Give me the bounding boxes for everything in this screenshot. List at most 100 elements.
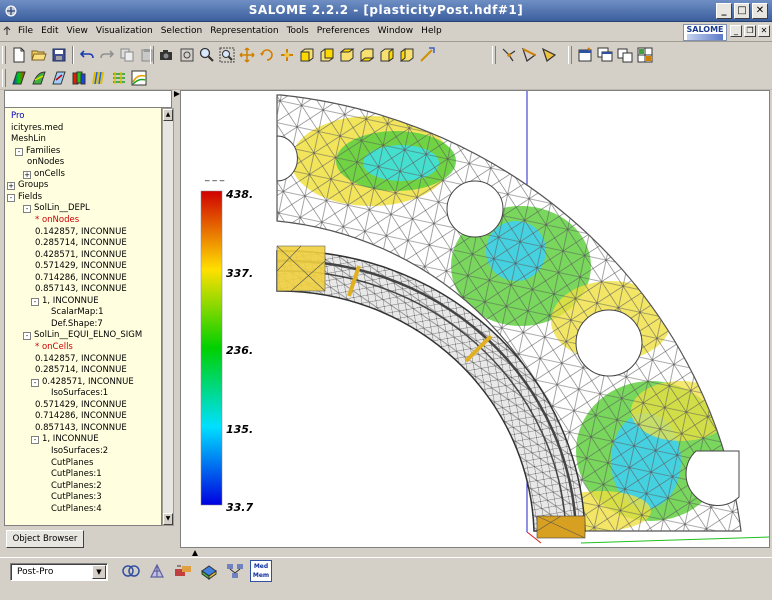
save-icon[interactable] [49, 45, 69, 65]
deformed-shape-icon[interactable] [29, 68, 49, 88]
module-combo[interactable]: Post-Pro ▼ [10, 563, 108, 581]
tree-item[interactable]: 0.571429, INCONNUE [35, 400, 127, 411]
vtk-3d-viewer[interactable]: _ _ _ 438. 337. 236. 135. 33.7 [180, 90, 770, 548]
menu-file[interactable]: File [18, 25, 33, 37]
tree-expander-icon[interactable]: - [31, 378, 39, 387]
select-cell-icon[interactable] [539, 45, 559, 65]
tree-item[interactable]: 1, INCONNUE [42, 296, 99, 307]
tree-expander-icon[interactable]: - [15, 147, 23, 156]
tree-item[interactable]: CutPlanes [51, 458, 93, 469]
top-view-icon[interactable] [337, 45, 357, 65]
menu-visualization[interactable]: Visualization [96, 25, 153, 37]
stream-lines-icon[interactable] [129, 68, 149, 88]
tree-expander-icon[interactable]: - [7, 193, 15, 202]
tree-item[interactable]: IsoSurfaces:2 [51, 446, 108, 457]
tree-item[interactable]: SolLin__EQUI_ELNO_SIGM [34, 330, 142, 341]
rotate-icon[interactable] [257, 45, 277, 65]
tree-item[interactable]: onNodes [27, 157, 64, 168]
mdi-minimize-button[interactable]: _ [730, 25, 742, 37]
tree-item[interactable]: CutPlanes:1 [51, 469, 102, 480]
new-icon[interactable] [9, 45, 29, 65]
tree-expander-icon[interactable]: + [7, 182, 15, 191]
chevron-down-icon[interactable]: ▼ [92, 565, 106, 579]
menu-representation[interactable]: Representation [210, 25, 278, 37]
reset-icon[interactable] [417, 45, 437, 65]
menu-view[interactable]: View [67, 25, 88, 37]
tree-item[interactable]: CutPlanes:3 [51, 492, 102, 503]
tree-item[interactable]: IsoSurfaces:1 [51, 388, 108, 399]
mdi-close-button[interactable]: ✕ [758, 25, 770, 37]
tree-expander-icon[interactable]: - [31, 297, 39, 306]
cut-lines-icon[interactable] [109, 68, 129, 88]
tree-item[interactable]: 1, INCONNUE [42, 434, 99, 445]
post-pro-icon[interactable] [198, 560, 220, 582]
minimize-button[interactable]: _ [716, 3, 732, 19]
menu-help[interactable]: Help [421, 25, 442, 37]
geometry-icon[interactable] [120, 560, 142, 582]
cut-planes-icon[interactable] [89, 68, 109, 88]
scroll-down-icon[interactable]: ▼ [163, 513, 173, 525]
bottom-view-icon[interactable] [357, 45, 377, 65]
tree-item[interactable]: 0.142857, INCONNUE [35, 354, 127, 365]
scroll-up-icon[interactable]: ▲ [163, 109, 173, 121]
tree-item[interactable]: CutPlanes:4 [51, 504, 102, 515]
front-view-icon[interactable] [297, 45, 317, 65]
tree-item[interactable]: Groups [18, 180, 48, 191]
tile-icon[interactable] [615, 45, 635, 65]
tree-item[interactable]: 0.714286, INCONNUE [35, 273, 127, 284]
tree-item[interactable]: Pro [11, 111, 25, 122]
tree-item[interactable]: Fields [18, 192, 42, 203]
component-icon[interactable] [224, 560, 246, 582]
undo-icon[interactable] [77, 45, 97, 65]
tree-item[interactable]: 0.285714, INCONNUE [35, 365, 127, 376]
tree-expander-icon[interactable]: + [23, 170, 31, 179]
camera-icon[interactable] [157, 45, 177, 65]
splitter-up-arrow-icon[interactable] [192, 550, 198, 556]
tree-item[interactable]: 0.428571, INCONNUE [42, 377, 134, 388]
menu-edit[interactable]: Edit [41, 25, 58, 37]
tab-object-browser[interactable]: Object Browser [6, 530, 84, 548]
tree-item[interactable]: 0.428571, INCONNUE [35, 250, 127, 261]
tree-item[interactable]: 0.857143, INCONNUE [35, 284, 127, 295]
copy-icon[interactable] [117, 45, 137, 65]
tree-item[interactable]: 0.142857, INCONNUE [35, 227, 127, 238]
iso-surfaces-icon[interactable] [69, 68, 89, 88]
tree-item[interactable]: MeshLin [11, 134, 46, 145]
tree-expander-icon[interactable]: - [23, 205, 31, 214]
supervisor-icon[interactable] [172, 560, 194, 582]
back-view-icon[interactable] [317, 45, 337, 65]
split-icon[interactable] [635, 45, 655, 65]
tree-item[interactable]: * onNodes [35, 215, 79, 226]
tree-item[interactable]: 0.571429, INCONNUE [35, 261, 127, 272]
cascade-icon[interactable] [595, 45, 615, 65]
open-icon[interactable] [29, 45, 49, 65]
new-window-icon[interactable] [575, 45, 595, 65]
mdi-restore-button[interactable]: ❐ [744, 25, 756, 37]
tree-item[interactable]: 0.714286, INCONNUE [35, 411, 127, 422]
tree-expander-icon[interactable]: - [23, 332, 31, 341]
select-edge-icon[interactable] [519, 45, 539, 65]
vectors-icon[interactable] [49, 68, 69, 88]
global-pan-icon[interactable] [277, 45, 297, 65]
viewer-canvas[interactable]: _ _ _ 438. 337. 236. 135. 33.7 [181, 91, 770, 547]
right-view-icon[interactable] [397, 45, 417, 65]
menu-tools[interactable]: Tools [287, 25, 309, 37]
tree-item[interactable]: 0.285714, INCONNUE [35, 238, 127, 249]
tree-item[interactable]: Families [26, 146, 60, 157]
object-browser-tree[interactable]: Pro icityres.med MeshLin - Families onNodes + o… [4, 108, 162, 526]
tree-item[interactable]: ScalarMap:1 [51, 307, 104, 318]
menu-window[interactable]: Window [378, 25, 414, 37]
tree-item[interactable]: onCells [34, 169, 65, 180]
browser-vertical-scrollbar[interactable]: ▲ ▼ [162, 108, 174, 526]
med-icon[interactable]: Med Mem [250, 560, 272, 582]
left-view-icon[interactable] [377, 45, 397, 65]
tree-expander-icon[interactable]: - [31, 436, 39, 445]
fit-area-icon[interactable] [217, 45, 237, 65]
menu-preferences[interactable]: Preferences [317, 25, 370, 37]
tree-item[interactable]: CutPlanes:2 [51, 481, 102, 492]
tree-item[interactable]: 0.857143, INCONNUE [35, 423, 127, 434]
scalar-map-icon[interactable] [9, 68, 29, 88]
fit-all-icon[interactable] [177, 45, 197, 65]
tree-item[interactable]: SolLin__DEPL [34, 203, 90, 214]
tree-item[interactable]: Def.Shape:7 [51, 319, 103, 330]
